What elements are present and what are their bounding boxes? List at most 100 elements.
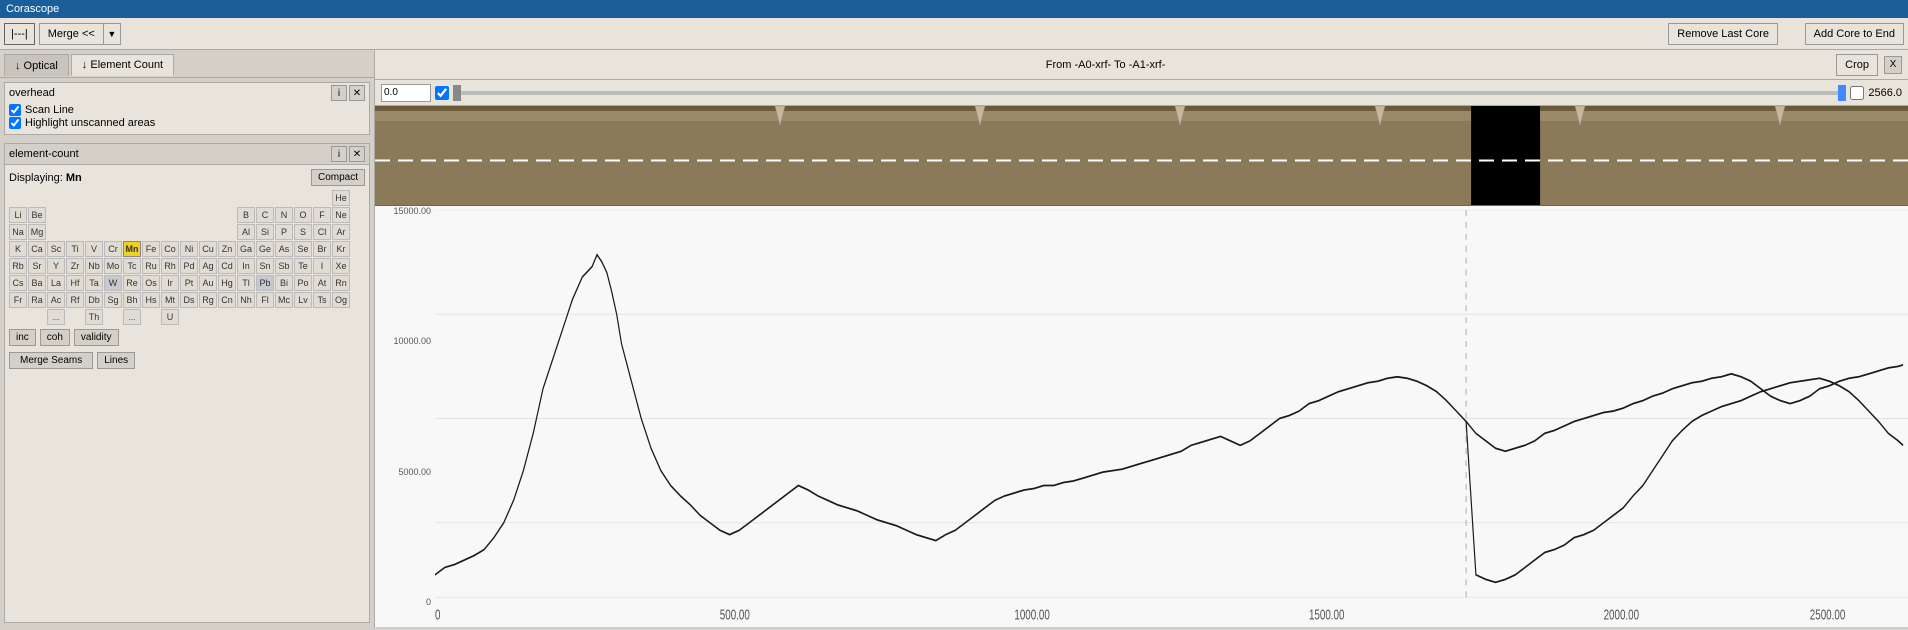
crop-button-toolbar[interactable]: Crop <box>1836 54 1878 76</box>
pt-Cl[interactable]: Cl <box>313 224 331 240</box>
pt-Co[interactable]: Co <box>161 241 179 257</box>
pt-N[interactable]: N <box>275 207 293 223</box>
filter-validity-button[interactable]: validity <box>74 329 119 346</box>
pt-O[interactable]: O <box>294 207 312 223</box>
pt-Ra[interactable]: Ra <box>28 292 46 308</box>
pt-B[interactable]: B <box>237 207 255 223</box>
pt-Og[interactable]: Og <box>332 292 350 308</box>
pt-Cn[interactable]: Cn <box>218 292 236 308</box>
remove-last-core-button[interactable]: Remove Last Core <box>1668 23 1778 45</box>
range-slider-container[interactable] <box>453 85 1846 101</box>
pt-Fr[interactable]: Fr <box>9 292 27 308</box>
pt-Rf[interactable]: Rf <box>66 292 84 308</box>
merge-button[interactable]: Merge << <box>39 23 103 45</box>
pt-La[interactable]: La <box>47 275 65 291</box>
pt-Mn[interactable]: Mn <box>123 241 141 257</box>
pt-Pb[interactable]: Pb <box>256 275 274 291</box>
pt-Ga[interactable]: Ga <box>237 241 255 257</box>
pt-Ba[interactable]: Ba <box>28 275 46 291</box>
pt-Ac[interactable]: Ac <box>47 292 65 308</box>
pt-Nb[interactable]: Nb <box>85 258 103 274</box>
tab-element-count[interactable]: ↓ Element Count <box>71 54 174 76</box>
pt-Th[interactable]: Th <box>85 309 103 325</box>
pt-Ca[interactable]: Ca <box>28 241 46 257</box>
pt-Se[interactable]: Se <box>294 241 312 257</box>
pt-Bh[interactable]: Bh <box>123 292 141 308</box>
pt-V[interactable]: V <box>85 241 103 257</box>
pt-Zr[interactable]: Zr <box>66 258 84 274</box>
pt-S[interactable]: S <box>294 224 312 240</box>
pt-Te[interactable]: Te <box>294 258 312 274</box>
pt-Xe[interactable]: Xe <box>332 258 350 274</box>
pt-Cd[interactable]: Cd <box>218 258 236 274</box>
pt-K[interactable]: K <box>9 241 27 257</box>
pt-Sb[interactable]: Sb <box>275 258 293 274</box>
ec-close-button[interactable]: ✕ <box>349 146 365 162</box>
pt-Ag[interactable]: Ag <box>199 258 217 274</box>
pt-Os[interactable]: Os <box>142 275 160 291</box>
pt-Rn[interactable]: Rn <box>332 275 350 291</box>
pt-Si[interactable]: Si <box>256 224 274 240</box>
pt-U[interactable]: U <box>161 309 179 325</box>
pt-Br[interactable]: Br <box>313 241 331 257</box>
pt-P[interactable]: P <box>275 224 293 240</box>
pt-Ni[interactable]: Ni <box>180 241 198 257</box>
pt-Cr[interactable]: Cr <box>104 241 122 257</box>
pt-Zn[interactable]: Zn <box>218 241 236 257</box>
pt-Ti[interactable]: Ti <box>66 241 84 257</box>
pt-C[interactable]: C <box>256 207 274 223</box>
pt-In[interactable]: In <box>237 258 255 274</box>
ec-pin-button[interactable]: i <box>331 146 347 162</box>
pt-Cs[interactable]: Cs <box>9 275 27 291</box>
range-thumb-left[interactable] <box>453 85 461 101</box>
pt-Ds[interactable]: Ds <box>180 292 198 308</box>
tab-optical[interactable]: ↓ Optical <box>4 54 69 76</box>
pt-Sc[interactable]: Sc <box>47 241 65 257</box>
pt-Ar[interactable]: Ar <box>332 224 350 240</box>
pt-Mc[interactable]: Mc <box>275 292 293 308</box>
filter-coh-button[interactable]: coh <box>40 329 70 346</box>
pt-Lv[interactable]: Lv <box>294 292 312 308</box>
pt-Ts[interactable]: Ts <box>313 292 331 308</box>
pt-Au[interactable]: Au <box>199 275 217 291</box>
highlight-unscanned-checkbox[interactable] <box>9 117 21 129</box>
overhead-pin-button[interactable]: i <box>331 85 347 101</box>
range-thumb-right[interactable] <box>1838 85 1846 101</box>
pt-Re[interactable]: Re <box>123 275 141 291</box>
pt-Na[interactable]: Na <box>9 224 27 240</box>
pt-Hf[interactable]: Hf <box>66 275 84 291</box>
pt-Fe[interactable]: Fe <box>142 241 160 257</box>
pt-Rb[interactable]: Rb <box>9 258 27 274</box>
pt-I[interactable]: I <box>313 258 331 274</box>
pt-Ge[interactable]: Ge <box>256 241 274 257</box>
add-core-end-button[interactable]: Add Core to End <box>1805 23 1904 45</box>
pt-Ir[interactable]: Ir <box>161 275 179 291</box>
pt-Po[interactable]: Po <box>294 275 312 291</box>
pt-Ta[interactable]: Ta <box>85 275 103 291</box>
merge-dropdown-button[interactable]: ▼ <box>103 23 121 45</box>
pt-Cu[interactable]: Cu <box>199 241 217 257</box>
pt-Rg[interactable]: Rg <box>199 292 217 308</box>
filter-inc-button[interactable]: inc <box>9 329 36 346</box>
pt-Db[interactable]: Db <box>85 292 103 308</box>
pt-Hs[interactable]: Hs <box>142 292 160 308</box>
range-left-input[interactable] <box>381 84 431 102</box>
pt-Y[interactable]: Y <box>47 258 65 274</box>
pt-Ne[interactable]: Ne <box>332 207 350 223</box>
pt-Fl[interactable]: Fl <box>256 292 274 308</box>
pt-Tl[interactable]: Tl <box>237 275 255 291</box>
pt-Hg[interactable]: Hg <box>218 275 236 291</box>
pt-Sn[interactable]: Sn <box>256 258 274 274</box>
scan-line-checkbox[interactable] <box>9 104 21 116</box>
pt-Be[interactable]: Be <box>28 207 46 223</box>
pt-Mo[interactable]: Mo <box>104 258 122 274</box>
pt-Ru[interactable]: Ru <box>142 258 160 274</box>
range-checkbox[interactable] <box>435 86 449 100</box>
pt-Mg[interactable]: Mg <box>28 224 46 240</box>
pt-W[interactable]: W <box>104 275 122 291</box>
pt-Tc[interactable]: Tc <box>123 258 141 274</box>
pt-Sg[interactable]: Sg <box>104 292 122 308</box>
pt-Pd[interactable]: Pd <box>180 258 198 274</box>
pt-At[interactable]: At <box>313 275 331 291</box>
pt-Li[interactable]: Li <box>9 207 27 223</box>
